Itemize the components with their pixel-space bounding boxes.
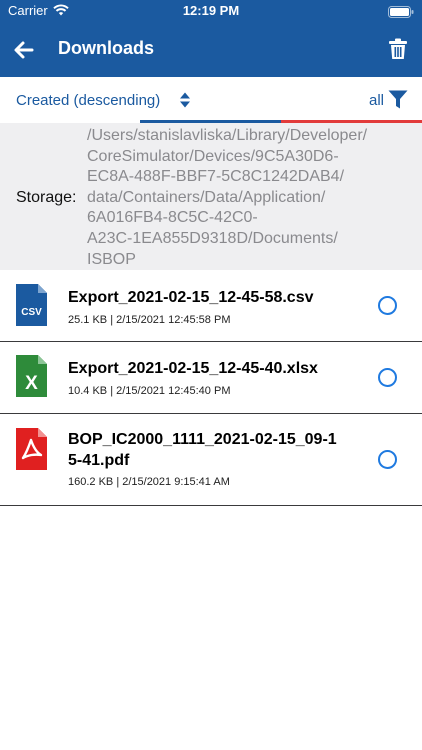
clock: 12:19 PM [182,3,240,18]
storage-path-line: A23C-1EA855D9318D/Documents/ [87,229,338,247]
storage-path-line: 6A016FB4-8C5C-42C0- [87,209,258,227]
storage-label: Storage: [16,189,77,206]
file-name-line: 5-41.pdf [68,452,130,469]
filter-label[interactable]: all [369,92,384,109]
file-row[interactable]: BOP_IC2000_1111_2021-02-15_09-1 5-41.pdf… [0,414,422,506]
pdf-file-icon [16,428,47,475]
select-radio[interactable] [378,296,397,315]
navigation-bar: Downloads [0,22,422,77]
file-name: Export_2021-02-15_12-45-58.csv [68,289,314,306]
filter-icon[interactable] [388,90,408,109]
header-bar: Carrier 12:19 PM Downloads [0,0,422,77]
file-name: BOP_IC2000_1111_2021-02-15_09-1 5-41.pdf [68,429,337,471]
file-row[interactable]: CSV Export_2021-02-15_12-45-58.csv 25.1 … [0,270,422,342]
sort-order-icon[interactable] [179,92,191,108]
storage-path-line: EC8A-488F-BBF7-5C8C1242DAB4/ [87,168,345,186]
storage-path-line: ISBOP [87,250,136,268]
file-meta: 160.2 KB | 2/15/2021 9:15:41 AM [68,476,230,488]
sort-selector[interactable]: Created (descending) [16,92,160,109]
storage-info: Storage: /Users/stanislavliska/Library/D… [0,123,422,270]
csv-file-icon: CSV [16,284,47,331]
file-meta: 10.4 KB | 2/15/2021 12:45:40 PM [68,385,231,397]
file-name-line: BOP_IC2000_1111_2021-02-15_09-1 [68,431,337,448]
storage-path-line: /Users/stanislavliska/Library/Developer/ [87,127,368,144]
page-title: Downloads [58,38,155,58]
trash-icon[interactable] [388,38,408,60]
select-radio[interactable] [378,450,397,469]
file-row[interactable]: X Export_2021-02-15_12-45-40.xlsx 10.4 K… [0,342,422,414]
excel-file-icon: X [16,355,47,402]
back-arrow-icon[interactable] [12,39,36,61]
storage-path-line: data/Containers/Data/Application/ [87,188,326,206]
storage-path: /Users/stanislavliska/Library/Developer/… [87,126,407,270]
status-bar: Carrier 12:19 PM [0,0,422,22]
battery-icon [388,5,414,23]
select-radio[interactable] [378,368,397,387]
file-name: Export_2021-02-15_12-45-40.xlsx [68,360,318,377]
svg-text:X: X [25,373,38,394]
file-meta: 25.1 KB | 2/15/2021 12:45:58 PM [68,314,231,326]
svg-text:CSV: CSV [21,307,42,318]
sort-filter-bar: Created (descending) all [0,77,422,123]
storage-path-line: CoreSimulator/Devices/9C5A30D6- [87,147,339,165]
